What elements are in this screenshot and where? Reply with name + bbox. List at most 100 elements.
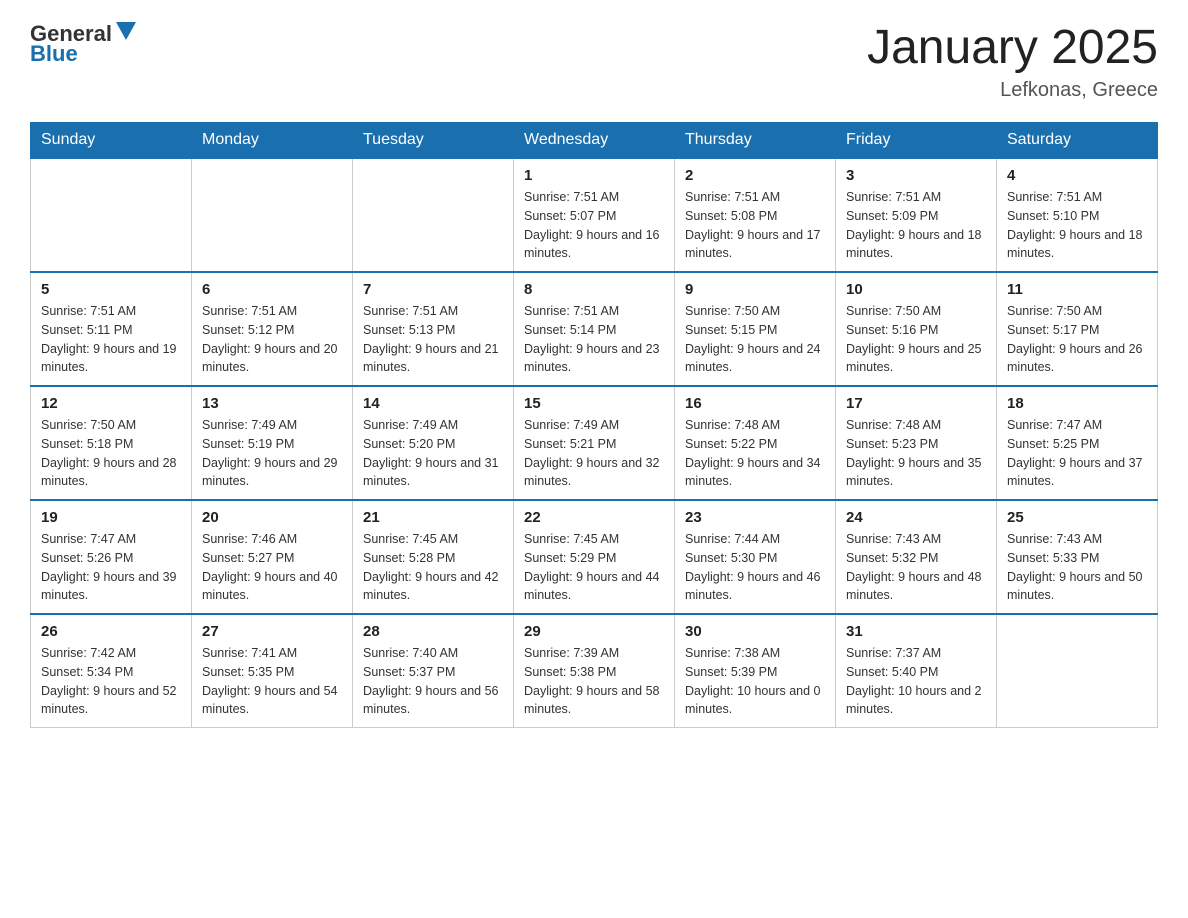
table-row: 8Sunrise: 7:51 AMSunset: 5:14 PMDaylight…: [514, 272, 675, 386]
day-number: 9: [685, 281, 825, 298]
day-info: Sunrise: 7:47 AMSunset: 5:25 PMDaylight:…: [1007, 416, 1147, 491]
table-row: 20 Sunrise: 7:46 AMSunset: 5:27 PMDayligh…: [192, 500, 353, 614]
day-number: 14: [363, 395, 503, 412]
day-number: 16: [685, 395, 825, 412]
day-info: Sunrise: 7:41 AMSunset: 5:35 PMDaylight:…: [202, 644, 342, 719]
table-row: 13Sunrise: 7:49 AMSunset: 5:19 PMDayligh…: [192, 386, 353, 500]
header-thursday: Thursday: [675, 123, 836, 159]
day-number: 10: [846, 281, 986, 298]
table-row: 4 Sunrise: 7:51 AMSunset: 5:10 PMDaylight…: [997, 158, 1158, 272]
logo-triangle-icon: [116, 22, 136, 42]
header-saturday: Saturday: [997, 123, 1158, 159]
table-row: 16 Sunrise: 7:48 AMSunset: 5:22 PMDayligh…: [675, 386, 836, 500]
day-number: 3: [846, 167, 986, 184]
header-friday: Friday: [836, 123, 997, 159]
logo: General Blue: [30, 20, 136, 67]
day-number: 25: [1007, 509, 1147, 526]
day-number: 4: [1007, 167, 1147, 184]
header-tuesday: Tuesday: [353, 123, 514, 159]
day-info: Sunrise: 7:47 AMSunset: 5:26 PMDaylight:…: [41, 530, 181, 605]
day-number: 26: [41, 623, 181, 640]
table-row: 18Sunrise: 7:47 AMSunset: 5:25 PMDayligh…: [997, 386, 1158, 500]
table-row: 31 Sunrise: 7:37 AMSunset: 5:40 PMDayligh…: [836, 614, 997, 728]
day-number: 27: [202, 623, 342, 640]
table-row: 30Sunrise: 7:38 AMSunset: 5:39 PMDayligh…: [675, 614, 836, 728]
table-row: 19 Sunrise: 7:47 AMSunset: 5:26 PMDayligh…: [31, 500, 192, 614]
table-row: 10 Sunrise: 7:50 AMSunset: 5:16 PMDayligh…: [836, 272, 997, 386]
table-row: 24Sunrise: 7:43 AMSunset: 5:32 PMDayligh…: [836, 500, 997, 614]
day-info: Sunrise: 7:37 AMSunset: 5:40 PMDaylight:…: [846, 644, 986, 719]
day-number: 19: [41, 509, 181, 526]
day-number: 24: [846, 509, 986, 526]
day-number: 28: [363, 623, 503, 640]
table-row: 9 Sunrise: 7:50 AMSunset: 5:15 PMDaylight…: [675, 272, 836, 386]
day-info: Sunrise: 7:50 AMSunset: 5:17 PMDaylight:…: [1007, 302, 1147, 377]
day-info: Sunrise: 7:45 AMSunset: 5:28 PMDaylight:…: [363, 530, 503, 605]
day-number: 23: [685, 509, 825, 526]
day-number: 30: [685, 623, 825, 640]
logo-blue: Blue: [30, 41, 78, 67]
day-info: Sunrise: 7:48 AMSunset: 5:22 PMDaylight:…: [685, 416, 825, 491]
table-row: 22 Sunrise: 7:45 AMSunset: 5:29 PMDayligh…: [514, 500, 675, 614]
day-number: 22: [524, 509, 664, 526]
day-number: 29: [524, 623, 664, 640]
table-row: [31, 158, 192, 272]
day-info: Sunrise: 7:42 AMSunset: 5:34 PMDaylight:…: [41, 644, 181, 719]
day-info: Sunrise: 7:45 AMSunset: 5:29 PMDaylight:…: [524, 530, 664, 605]
day-info: Sunrise: 7:51 AMSunset: 5:12 PMDaylight:…: [202, 302, 342, 377]
day-number: 20: [202, 509, 342, 526]
table-row: 27 Sunrise: 7:41 AMSunset: 5:35 PMDayligh…: [192, 614, 353, 728]
day-number: 8: [524, 281, 664, 298]
day-info: Sunrise: 7:51 AMSunset: 5:13 PMDaylight:…: [363, 302, 503, 377]
day-info: Sunrise: 7:46 AMSunset: 5:27 PMDaylight:…: [202, 530, 342, 605]
day-number: 11: [1007, 281, 1147, 298]
header-row: Sunday Monday Tuesday Wednesday Thursday…: [31, 123, 1158, 159]
calendar-table: Sunday Monday Tuesday Wednesday Thursday…: [30, 122, 1158, 728]
day-number: 2: [685, 167, 825, 184]
day-number: 12: [41, 395, 181, 412]
day-number: 1: [524, 167, 664, 184]
day-number: 17: [846, 395, 986, 412]
header-wednesday: Wednesday: [514, 123, 675, 159]
table-row: 15Sunrise: 7:49 AMSunset: 5:21 PMDayligh…: [514, 386, 675, 500]
table-row: 3 Sunrise: 7:51 AMSunset: 5:09 PMDaylight…: [836, 158, 997, 272]
day-info: Sunrise: 7:50 AMSunset: 5:18 PMDaylight:…: [41, 416, 181, 491]
day-info: Sunrise: 7:50 AMSunset: 5:15 PMDaylight:…: [685, 302, 825, 377]
week-row: 19 Sunrise: 7:47 AMSunset: 5:26 PMDayligh…: [31, 500, 1158, 614]
table-row: 21 Sunrise: 7:45 AMSunset: 5:28 PMDayligh…: [353, 500, 514, 614]
day-info: Sunrise: 7:51 AMSunset: 5:08 PMDaylight:…: [685, 188, 825, 263]
table-row: 23 Sunrise: 7:44 AMSunset: 5:30 PMDayligh…: [675, 500, 836, 614]
day-info: Sunrise: 7:51 AMSunset: 5:10 PMDaylight:…: [1007, 188, 1147, 263]
week-row: 5Sunrise: 7:51 AMSunset: 5:11 PMDaylight…: [31, 272, 1158, 386]
day-number: 7: [363, 281, 503, 298]
page-header: General Blue January 2025 Lefkonas, Gree…: [30, 20, 1158, 102]
table-row: [997, 614, 1158, 728]
day-info: Sunrise: 7:51 AMSunset: 5:07 PMDaylight:…: [524, 188, 664, 263]
day-info: Sunrise: 7:39 AMSunset: 5:38 PMDaylight:…: [524, 644, 664, 719]
day-info: Sunrise: 7:49 AMSunset: 5:20 PMDaylight:…: [363, 416, 503, 491]
calendar-title: January 2025: [867, 20, 1158, 75]
day-info: Sunrise: 7:43 AMSunset: 5:33 PMDaylight:…: [1007, 530, 1147, 605]
day-info: Sunrise: 7:44 AMSunset: 5:30 PMDaylight:…: [685, 530, 825, 605]
week-row: 1 Sunrise: 7:51 AMSunset: 5:07 PMDaylight…: [31, 158, 1158, 272]
day-number: 5: [41, 281, 181, 298]
day-info: Sunrise: 7:50 AMSunset: 5:16 PMDaylight:…: [846, 302, 986, 377]
table-row: 26 Sunrise: 7:42 AMSunset: 5:34 PMDayligh…: [31, 614, 192, 728]
header-sunday: Sunday: [31, 123, 192, 159]
table-row: 7 Sunrise: 7:51 AMSunset: 5:13 PMDaylight…: [353, 272, 514, 386]
table-row: 14 Sunrise: 7:49 AMSunset: 5:20 PMDayligh…: [353, 386, 514, 500]
day-info: Sunrise: 7:48 AMSunset: 5:23 PMDaylight:…: [846, 416, 986, 491]
day-number: 21: [363, 509, 503, 526]
table-row: 2 Sunrise: 7:51 AMSunset: 5:08 PMDaylight…: [675, 158, 836, 272]
table-row: 6 Sunrise: 7:51 AMSunset: 5:12 PMDaylight…: [192, 272, 353, 386]
table-row: 25 Sunrise: 7:43 AMSunset: 5:33 PMDayligh…: [997, 500, 1158, 614]
day-number: 31: [846, 623, 986, 640]
day-info: Sunrise: 7:40 AMSunset: 5:37 PMDaylight:…: [363, 644, 503, 719]
day-number: 6: [202, 281, 342, 298]
table-row: 12 Sunrise: 7:50 AMSunset: 5:18 PMDayligh…: [31, 386, 192, 500]
day-info: Sunrise: 7:51 AMSunset: 5:09 PMDaylight:…: [846, 188, 986, 263]
header-monday: Monday: [192, 123, 353, 159]
title-block: January 2025 Lefkonas, Greece: [867, 20, 1158, 102]
day-number: 13: [202, 395, 342, 412]
table-row: 17 Sunrise: 7:48 AMSunset: 5:23 PMDayligh…: [836, 386, 997, 500]
